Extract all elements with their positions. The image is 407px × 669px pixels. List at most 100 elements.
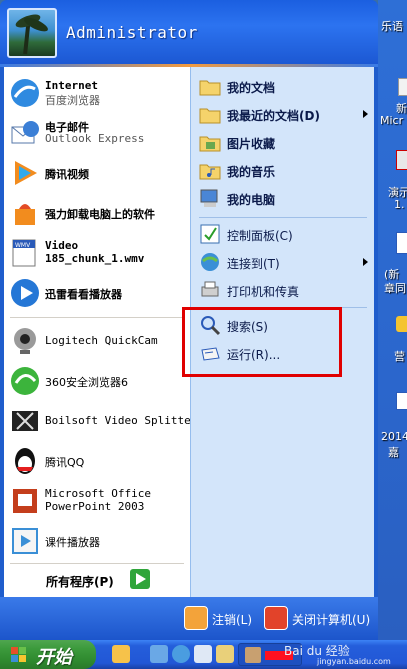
desktop-icon-label[interactable]: 营 (394, 348, 405, 364)
computer-icon (200, 189, 218, 207)
menu-item-subtitle: PowerPoint 2003 (45, 500, 145, 513)
menu-item-video-file[interactable]: WMV Video 185_chunk_1.wmv (4, 233, 190, 273)
watermark-url: jingyan.baidu.com (317, 657, 391, 666)
start-button[interactable]: 开始 (0, 640, 96, 669)
menu-item-xunlei-player[interactable]: 迅雷看看播放器 (4, 273, 190, 313)
desktop-icon-label[interactable]: Micr (380, 114, 403, 127)
menu-item-qq[interactable]: 腾讯QQ (4, 441, 190, 481)
menu-item-title: 360安全浏览器6 (45, 376, 128, 389)
uninstaller-icon (15, 204, 35, 225)
place-my-documents[interactable]: 我的文档 (191, 73, 375, 99)
all-programs-button[interactable]: 所有程序(P) (4, 565, 190, 595)
menu-separator (10, 563, 184, 564)
logoff-key-icon (184, 606, 208, 630)
folder-icon (199, 80, 221, 96)
place-label: 我最近的文档(D) (227, 109, 320, 123)
quicklaunch-icon[interactable] (112, 645, 130, 663)
printer-icon (201, 281, 219, 297)
outlook-express-icon (11, 121, 39, 144)
desktop-icon-label[interactable]: 乐语 (381, 18, 403, 34)
place-label: 控制面板(C) (227, 229, 293, 243)
menu-item-title: Microsoft Office (45, 487, 151, 500)
wmv-file-icon: WMV (12, 239, 36, 267)
submenu-arrow-icon (363, 258, 368, 266)
menu-item-title: Internet (45, 79, 98, 92)
menu-item-powerpoint[interactable]: Microsoft Office PowerPoint 2003 (4, 481, 190, 521)
all-programs-label: 所有程序(P) (46, 575, 114, 589)
document-icon[interactable] (398, 78, 407, 96)
place-control-panel[interactable]: 控制面板(C) (191, 221, 375, 247)
network-globe-icon (201, 253, 219, 271)
quicklaunch-icon[interactable] (194, 645, 212, 663)
menu-item-subtitle: Outlook Express (45, 132, 145, 145)
control-panel-icon (200, 224, 220, 244)
menu-item-title: 强力卸载电脑上的软件 (45, 208, 155, 221)
shortcut-icon[interactable] (396, 316, 407, 332)
place-my-computer[interactable]: 我的电脑 (191, 185, 375, 211)
power-icon (264, 606, 288, 630)
place-label: 图片收藏 (227, 137, 276, 151)
place-label: 我的音乐 (227, 165, 276, 179)
windows-flag-icon (11, 647, 26, 662)
place-my-music[interactable]: 我的音乐 (191, 157, 375, 183)
run-highlight-box (182, 307, 342, 377)
place-recent-documents[interactable]: 我最近的文档(D) (191, 101, 375, 127)
place-connect-to[interactable]: 连接到(T) (191, 249, 375, 275)
folder-icon (199, 108, 221, 124)
powerpoint-icon (13, 489, 37, 513)
places-separator (199, 217, 367, 218)
quicklaunch-icon[interactable] (150, 645, 168, 663)
place-my-pictures[interactable]: 图片收藏 (191, 129, 375, 155)
start-label: 开始 (36, 647, 72, 668)
menu-item-title: 腾讯QQ (45, 456, 85, 469)
desktop-icon-label[interactable]: 1. (394, 198, 405, 211)
desktop-icon-label[interactable]: 嘉 (388, 444, 399, 460)
menu-item-subtitle: 百度浏览器 (45, 94, 100, 107)
menu-item-360-browser[interactable]: 360安全浏览器6 (4, 361, 190, 401)
menu-item-title: 迅雷看看播放器 (45, 288, 122, 301)
qq-penguin-icon (15, 448, 35, 474)
360-browser-icon (11, 367, 39, 395)
submenu-arrow-icon (363, 110, 368, 118)
place-label: 我的文档 (227, 81, 276, 95)
menu-item-uninstaller[interactable]: 强力卸载电脑上的软件 (4, 193, 190, 233)
user-avatar[interactable] (7, 8, 57, 58)
logoff-button[interactable]: 注销(L) (184, 605, 262, 631)
tencent-video-icon (15, 161, 37, 185)
start-menu-header: Administrator (0, 0, 378, 64)
quicklaunch-icon[interactable] (216, 645, 234, 663)
place-printers-faxes[interactable]: 打印机和传真 (191, 277, 375, 303)
baidu-browser-icon (11, 79, 39, 107)
xunlei-player-icon (11, 279, 39, 307)
menu-item-tencent-video[interactable]: 腾讯视频 (4, 153, 190, 193)
desktop-icon-label[interactable]: 章同 (384, 280, 406, 296)
menu-separator (10, 317, 184, 318)
ie-icon[interactable] (172, 645, 190, 663)
menu-item-email[interactable]: 电子邮件 Outlook Express (4, 113, 190, 153)
menu-item-title: Boilsoft Video Splitter (45, 414, 198, 427)
start-menu-footer: 注销(L) 关闭计算机(U) (0, 597, 378, 640)
shutdown-label: 关闭计算机(U) (292, 613, 371, 627)
ppt-icon[interactable] (396, 150, 407, 170)
menu-item-title: 课件播放器 (45, 536, 100, 549)
programs-panel: Internet 百度浏览器 电子邮件 Outlook Express 腾讯视频… (4, 67, 197, 597)
place-label: 我的电脑 (227, 193, 276, 207)
logoff-label: 注销(L) (212, 613, 253, 627)
green-arrow-icon (130, 569, 150, 589)
shutdown-button[interactable]: 关闭计算机(U) (264, 605, 374, 631)
menu-item-video-splitter[interactable]: Boilsoft Video Splitter (4, 401, 197, 441)
menu-item-subtitle: 185_chunk_1.wmv (45, 252, 145, 265)
word-doc-icon[interactable] (396, 392, 407, 410)
pictures-folder-icon (199, 136, 221, 152)
svg-text:WMV: WMV (15, 242, 31, 249)
place-label: 连接到(T) (227, 257, 280, 271)
user-name: Administrator (66, 23, 198, 42)
menu-item-title: 腾讯视频 (45, 168, 89, 181)
menu-item-courseware-player[interactable]: 课件播放器 (4, 521, 190, 561)
scissors-icon (12, 411, 38, 431)
desktop: 乐语 新 Micr 演示 1. (新 章同 营 2014 嘉 (378, 0, 407, 640)
word-doc-icon[interactable] (396, 232, 407, 254)
desktop-icon-label[interactable]: 2014 (381, 430, 407, 443)
menu-item-logitech[interactable]: Logitech QuickCam (4, 321, 190, 361)
menu-item-internet[interactable]: Internet 百度浏览器 (4, 73, 190, 113)
